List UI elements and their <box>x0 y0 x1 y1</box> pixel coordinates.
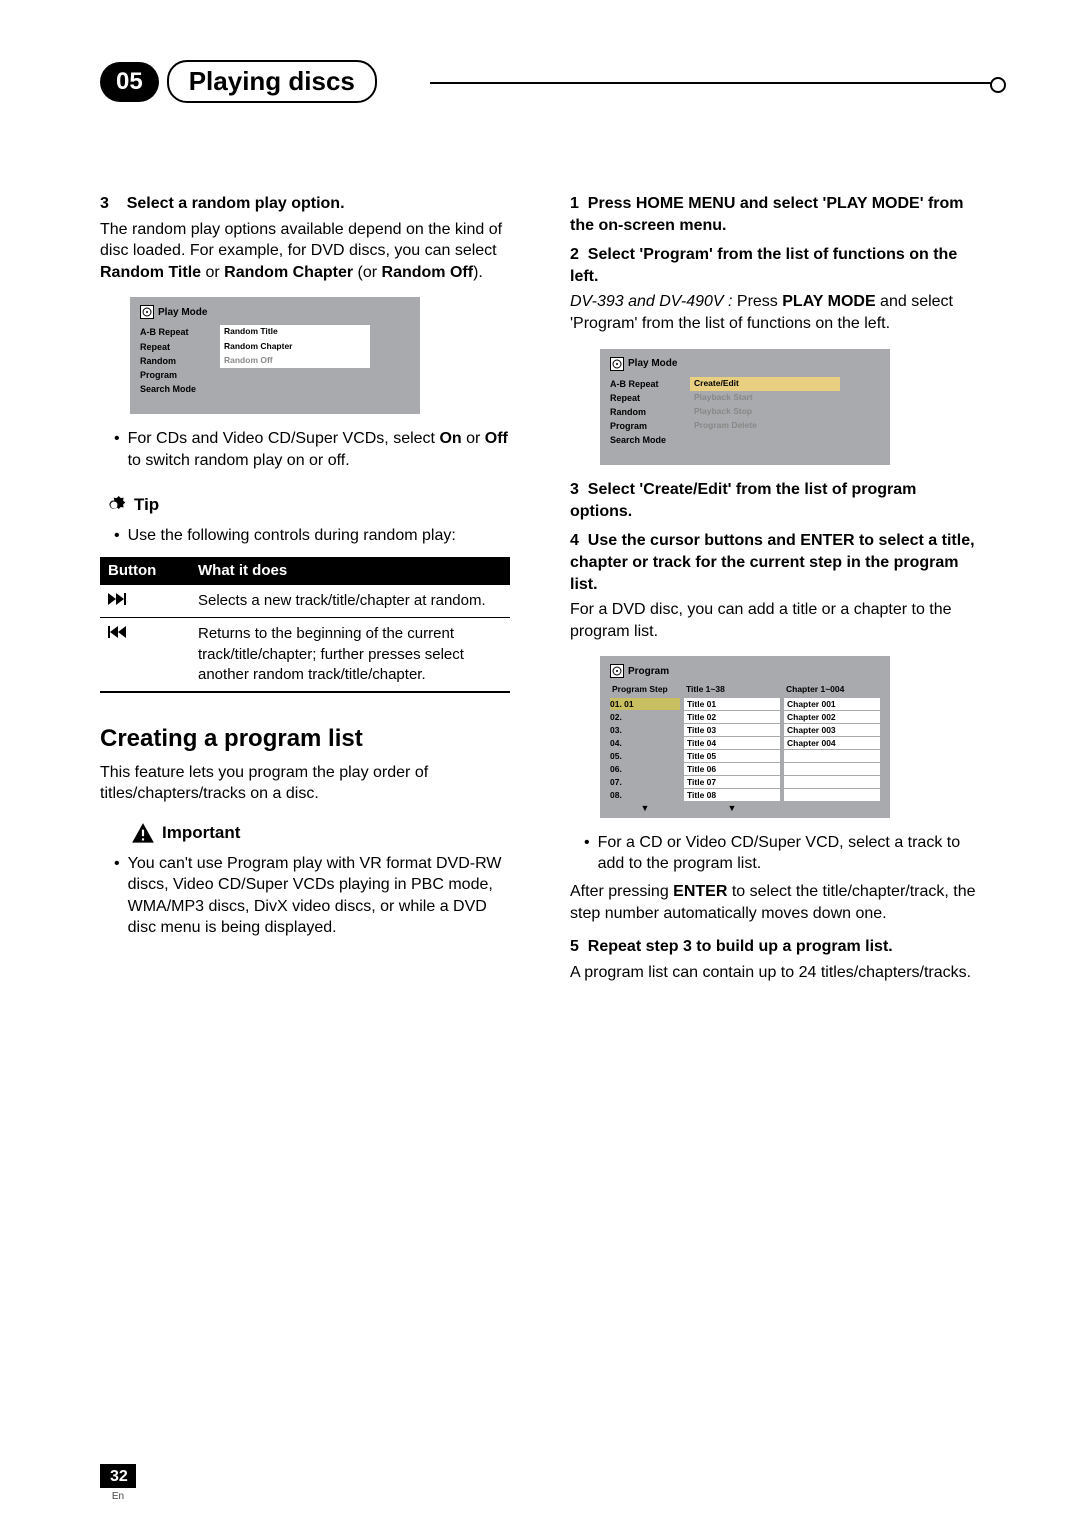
chapter-title: Playing discs <box>189 66 355 96</box>
prev-track-icon <box>100 618 190 692</box>
next-track-desc: Selects a new track/title/chapter at ran… <box>190 585 510 618</box>
step2-heading: 2 Select 'Program' from the list of func… <box>570 244 980 287</box>
page-number: 32 <box>100 1464 136 1488</box>
disc-icon <box>610 357 624 371</box>
page-lang: En <box>100 1491 136 1502</box>
disc-icon <box>610 664 624 678</box>
gear-icon <box>100 491 128 519</box>
creating-body: This feature lets you program the play o… <box>100 762 510 805</box>
osd-header-2: Play Mode <box>610 357 880 371</box>
play-mode-osd-program: Play Mode A-B RepeatCreate/Edit RepeatPl… <box>600 349 890 466</box>
step5-heading: 5 Repeat step 3 to build up a program li… <box>570 936 980 958</box>
step3-heading: 3 Select a random play option. <box>100 193 510 215</box>
chapter-header: 05 Playing discs <box>100 60 980 103</box>
header-rule <box>430 82 1000 84</box>
what-col-header: What it does <box>190 557 510 585</box>
creating-program-list-heading: Creating a program list <box>100 723 510 755</box>
tip-heading: Tip <box>100 491 510 519</box>
controls-table: Button What it does Selects a new track/… <box>100 557 510 693</box>
after-enter: After pressing ENTER to select the title… <box>570 881 980 924</box>
important-heading: Important <box>130 821 510 847</box>
chapter-title-pill: Playing discs <box>167 60 377 103</box>
button-col-header: Button <box>100 557 190 585</box>
play-mode-osd-random: Play Mode A-B RepeatRandom Title RepeatR… <box>130 297 420 414</box>
osd-header: Play Mode <box>140 305 410 319</box>
step3-heading-r: 3 Select 'Create/Edit' from the list of … <box>570 479 980 522</box>
down-arrow-icon: ▼ <box>610 802 680 812</box>
left-column: 3 Select a random play option. The rando… <box>100 193 510 987</box>
disc-icon <box>140 305 154 319</box>
prev-track-desc: Returns to the beginning of the current … <box>190 618 510 692</box>
step1-heading: 1 Press HOME MENU and select 'PLAY MODE'… <box>570 193 980 236</box>
cd-program-bullet: For a CD or Video CD/Super VCD, select a… <box>584 832 980 875</box>
step2-note: DV-393 and DV-490V : Press PLAY MODE and… <box>570 291 980 334</box>
down-arrow-icon: ▼ <box>684 802 780 812</box>
cd-random-bullet: For CDs and Video CD/Super VCDs, select … <box>114 428 510 471</box>
important-body: You can't use Program play with VR forma… <box>114 853 510 939</box>
right-column: 1 Press HOME MENU and select 'PLAY MODE'… <box>570 193 980 987</box>
program-osd: Program Program Step 01. 01 02. 03. 04. … <box>600 656 890 817</box>
step4-heading: 4 Use the cursor buttons and ENTER to se… <box>570 530 980 595</box>
next-track-icon <box>100 585 190 618</box>
chapter-number-badge: 05 <box>100 62 159 102</box>
warning-icon <box>130 821 156 847</box>
tip-body: Use the following controls during random… <box>114 525 510 547</box>
step4-body: For a DVD disc, you can add a title or a… <box>570 599 980 642</box>
step5-body: A program list can contain up to 24 titl… <box>570 962 980 984</box>
step3-body: The random play options available depend… <box>100 219 510 284</box>
